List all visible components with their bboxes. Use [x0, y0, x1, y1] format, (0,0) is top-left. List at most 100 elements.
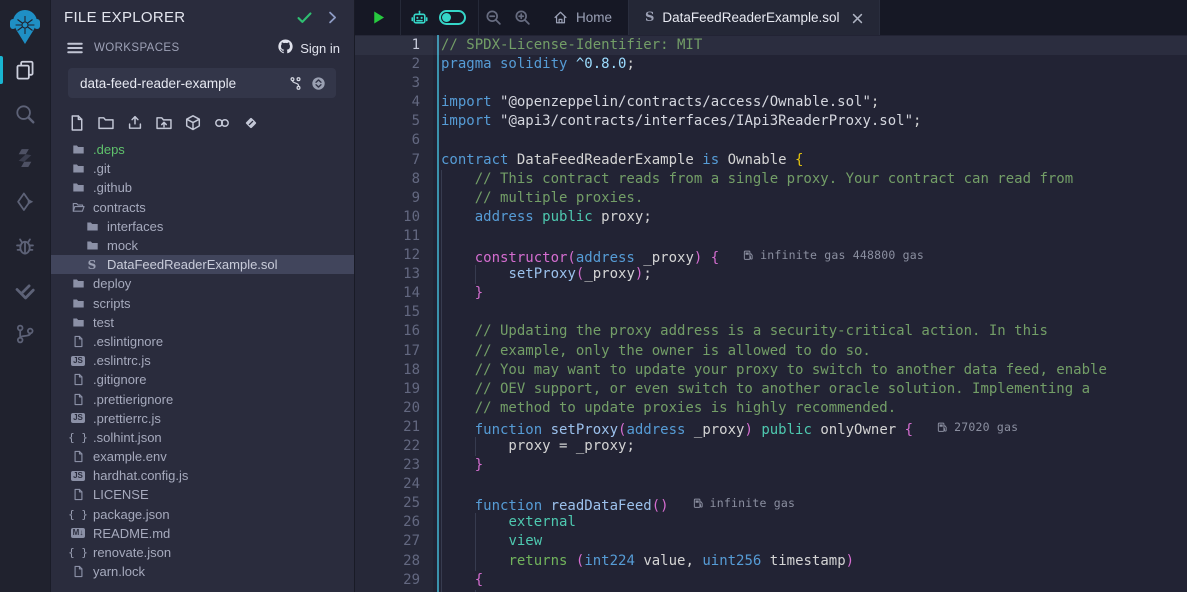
tree-item-example.env[interactable]: example.env [51, 447, 354, 466]
upload-folder-icon[interactable] [155, 114, 173, 132]
tree-item-.eslintrc.js[interactable]: JS .eslintrc.js [51, 351, 354, 370]
workspace-selector[interactable]: data-feed-reader-example [68, 68, 336, 98]
tree-item-.gitignore[interactable]: .gitignore [51, 370, 354, 389]
activity-item-solidity-compiler[interactable] [0, 136, 51, 180]
code-line-27[interactable]: 27 view [355, 532, 1187, 551]
ai-copilot-icon[interactable] [401, 0, 435, 35]
tree-item-.eslintignore[interactable]: .eslintignore [51, 332, 354, 351]
tree-item-DataFeedReaderExample.sol[interactable]: S DataFeedReaderExample.sol [51, 255, 354, 274]
code-line-17[interactable]: 17 // example, only the owner is allowed… [355, 342, 1187, 361]
code-line-15[interactable]: 15 [355, 303, 1187, 322]
tree-item-label: .git [93, 161, 110, 176]
code-line-12[interactable]: 12 constructor(address _proxy) {infinite… [355, 246, 1187, 265]
activity-item-debugger[interactable] [0, 224, 51, 268]
code-line-26[interactable]: 26 external [355, 513, 1187, 532]
clone-repository-icon[interactable] [213, 114, 231, 132]
file-explorer-icon [14, 59, 36, 81]
indent-guide [441, 227, 442, 246]
code-line-16[interactable]: 16 // Updating the proxy address is a se… [355, 322, 1187, 341]
tree-item-test[interactable]: test [51, 313, 354, 332]
line-number: 18 [355, 361, 420, 380]
code-line-2[interactable]: 2 pragma solidity ^0.8.0; [355, 55, 1187, 74]
workspace-caret-icon[interactable] [311, 76, 326, 91]
code-line-6[interactable]: 6 [355, 131, 1187, 150]
tree-item-label: .prettierrc.js [93, 411, 161, 426]
line-number: 8 [355, 170, 420, 189]
tree-item-.git[interactable]: .git [51, 159, 354, 178]
create-from-template-icon[interactable] [184, 114, 202, 132]
tree-item-label: scripts [93, 296, 131, 311]
tree-item-package.json[interactable]: { } package.json [51, 505, 354, 524]
tree-item-.prettierignore[interactable]: .prettierignore [51, 389, 354, 408]
activity-item-search[interactable] [0, 92, 51, 136]
code-line-20[interactable]: 20 // method to update proxies is highly… [355, 399, 1187, 418]
tree-item-scripts[interactable]: scripts [51, 294, 354, 313]
activity-item-solidity-unit-testing[interactable] [0, 268, 51, 312]
check-icon[interactable] [296, 9, 313, 26]
code-line-21[interactable]: 21 function setProxy(address _proxy) pub… [355, 418, 1187, 437]
code-line-11[interactable]: 11 [355, 227, 1187, 246]
code-line-9[interactable]: 9 // multiple proxies. [355, 189, 1187, 208]
code-line-24[interactable]: 24 [355, 475, 1187, 494]
sign-in-button[interactable]: Sign in [277, 38, 340, 58]
tree-item-README.md[interactable]: M↓ README.md [51, 524, 354, 543]
code-line-29[interactable]: 29 { [355, 571, 1187, 590]
copilot-toggle[interactable] [435, 0, 478, 35]
publish-to-gist-icon[interactable] [242, 114, 260, 132]
code-line-10[interactable]: 10 address public proxy; [355, 208, 1187, 227]
tree-item-interfaces[interactable]: interfaces [51, 217, 354, 236]
line-number: 6 [355, 131, 420, 150]
tree-item-renovate.json[interactable]: { } renovate.json [51, 543, 354, 562]
tree-item-mock[interactable]: mock [51, 236, 354, 255]
tree-item-hardhat.config.js[interactable]: JS hardhat.config.js [51, 466, 354, 485]
line-number: 23 [355, 456, 420, 475]
tab-Home[interactable]: Home [537, 0, 628, 35]
tab-DataFeedReaderExample.sol[interactable]: S DataFeedReaderExample.sol [628, 0, 880, 35]
code-line-5[interactable]: 5 import "@api3/contracts/interfaces/IAp… [355, 112, 1187, 131]
code-line-4[interactable]: 4 import "@openzeppelin/contracts/access… [355, 93, 1187, 112]
code-line-13[interactable]: 13 setProxy(_proxy); [355, 265, 1187, 284]
solidity-file-icon: S [645, 10, 654, 25]
search-icon [14, 103, 36, 125]
tree-item-.deps[interactable]: .deps [51, 140, 354, 159]
code-line-28[interactable]: 28 returns (int224 value, uint256 timest… [355, 552, 1187, 571]
js-icon: JS [71, 411, 85, 425]
file-icon [71, 373, 85, 387]
code-line-18[interactable]: 18 // You may want to update your proxy … [355, 361, 1187, 380]
tree-item-.github[interactable]: .github [51, 178, 354, 197]
gas-estimate: 27020 gas [937, 418, 1018, 437]
code-editor[interactable]: 1 // SPDX-License-Identifier: MIT 2 prag… [355, 35, 1187, 592]
code-line-19[interactable]: 19 // OEV support, or even switch to ano… [355, 380, 1187, 399]
zoom-in-button[interactable] [508, 0, 537, 35]
code-line-22[interactable]: 22 proxy = _proxy; [355, 437, 1187, 456]
code-line-23[interactable]: 23 } [355, 456, 1187, 475]
chevron-right-icon[interactable] [325, 10, 340, 25]
zoom-out-button[interactable] [479, 0, 508, 35]
activity-item-deploy-and-run[interactable] [0, 180, 51, 224]
run-script-button[interactable] [355, 0, 400, 35]
activity-item-file-explorer[interactable] [0, 48, 51, 92]
git-fork-icon[interactable] [288, 76, 303, 91]
upload-file-icon[interactable] [126, 114, 144, 132]
code-line-8[interactable]: 8 // This contract reads from a single p… [355, 170, 1187, 189]
close-icon[interactable] [850, 11, 863, 24]
activity-item-git[interactable] [0, 312, 51, 356]
code-line-7[interactable]: 7 contract DataFeedReaderExample is Owna… [355, 151, 1187, 170]
tree-item-LICENSE[interactable]: LICENSE [51, 485, 354, 504]
tree-item-label: .solhint.json [93, 430, 162, 445]
new-folder-icon[interactable] [97, 114, 115, 132]
remix-logo-icon[interactable] [7, 6, 43, 48]
line-number: 9 [355, 189, 420, 208]
hamburger-menu-icon[interactable] [66, 39, 84, 57]
tree-item-contracts[interactable]: contracts [51, 198, 354, 217]
tree-item-.prettierrc.js[interactable]: JS .prettierrc.js [51, 409, 354, 428]
tree-item-deploy[interactable]: deploy [51, 274, 354, 293]
tree-item-yarn.lock[interactable]: yarn.lock [51, 562, 354, 581]
tree-item-.solhint.json[interactable]: { } .solhint.json [51, 428, 354, 447]
tree-item-label: DataFeedReaderExample.sol [107, 257, 278, 272]
code-line-3[interactable]: 3 [355, 74, 1187, 93]
code-line-25[interactable]: 25 function readDataFeed()infinite gas [355, 494, 1187, 513]
code-line-14[interactable]: 14 } [355, 284, 1187, 303]
code-line-1[interactable]: 1 // SPDX-License-Identifier: MIT [355, 36, 1187, 55]
new-file-icon[interactable] [68, 114, 86, 132]
